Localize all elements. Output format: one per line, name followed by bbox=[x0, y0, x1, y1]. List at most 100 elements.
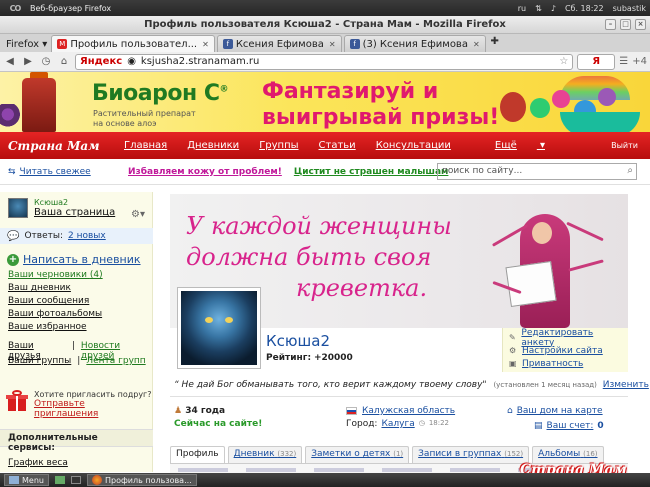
groups-row: Ваши группы | Лента групп bbox=[8, 356, 146, 366]
new-tab-button[interactable]: ✚ bbox=[488, 36, 502, 52]
sidebar-item-drafts[interactable]: Ваши черновики (4) bbox=[8, 270, 103, 283]
profile-rating: Рейтинг: +20000 bbox=[266, 353, 353, 363]
keyboard-layout[interactable]: ru bbox=[518, 4, 526, 13]
os-logo-icon[interactable]: CO bbox=[0, 4, 30, 13]
sidebar-item-groups-feed[interactable]: Лента групп bbox=[86, 356, 145, 366]
close-icon[interactable]: × bbox=[635, 19, 646, 30]
avatar-small[interactable] bbox=[8, 198, 28, 218]
url-bar[interactable]: Яндекс ◉ ksjusha2.stranamam.ru ☆ bbox=[75, 53, 574, 70]
tab-label: Ксения Ефимова bbox=[235, 38, 324, 50]
rating-value: +20000 bbox=[313, 353, 353, 363]
volume-icon[interactable]: ♪ bbox=[551, 4, 556, 13]
sidebar-item-messages[interactable]: Ваши сообщения bbox=[8, 296, 103, 309]
gear-icon[interactable]: ⚙▾ bbox=[131, 209, 145, 220]
menu-item-consultations[interactable]: Консультации bbox=[376, 140, 451, 151]
menu-item-articles[interactable]: Статьи bbox=[319, 140, 356, 151]
forward-icon[interactable]: ▶ bbox=[21, 55, 35, 69]
addons-count[interactable]: +4 bbox=[632, 56, 647, 67]
city-link[interactable]: Калуга bbox=[381, 419, 414, 429]
region-text: Калужская область bbox=[362, 406, 456, 416]
tab-albums[interactable]: Альбомы (16) bbox=[532, 446, 604, 463]
tab-count: (332) bbox=[277, 450, 297, 458]
search-icon[interactable]: ⌕ bbox=[627, 165, 633, 176]
account-label: Ваш счет: bbox=[546, 421, 594, 431]
read-fresh-label: Читать свежее bbox=[19, 166, 91, 177]
site-search-input[interactable]: поиск по сайту... ⌕ bbox=[437, 163, 637, 180]
menu-item-diaries[interactable]: Дневники bbox=[187, 140, 239, 151]
status-edit-link[interactable]: Изменить bbox=[603, 380, 649, 390]
invite-question: Хотите пригласить подруг? bbox=[33, 390, 152, 399]
drafts-count: (4) bbox=[89, 270, 103, 280]
url-text[interactable]: ksjusha2.stranamam.ru bbox=[141, 56, 259, 67]
read-fresh-link[interactable]: ⇆ Читать свежее bbox=[8, 167, 128, 177]
user-menu[interactable]: subastik bbox=[613, 4, 646, 13]
region-link[interactable]: Калужская область bbox=[346, 406, 455, 416]
menu-item-home[interactable]: Главная bbox=[124, 140, 167, 151]
write-diary-button[interactable]: + Написать в дневник bbox=[7, 253, 141, 266]
bookmark-star-icon[interactable]: ☆ bbox=[559, 56, 568, 67]
house-icon: ⌂ bbox=[507, 406, 513, 416]
clock-icon: ◷ bbox=[418, 419, 425, 427]
house-label: Ваш дом на карте bbox=[516, 406, 603, 416]
promo-link-skin[interactable]: Избавляем кожу от проблем! bbox=[128, 167, 282, 177]
show-desktop-icon[interactable] bbox=[54, 476, 65, 484]
settings-icon: ⚙ bbox=[509, 346, 517, 355]
tab-close-icon[interactable]: ✕ bbox=[329, 40, 336, 49]
menu-item-groups[interactable]: Группы bbox=[259, 140, 298, 151]
browser-tab[interactable]: f (3) Ксения Ефимова ✕ bbox=[343, 35, 486, 52]
tab-close-icon[interactable]: ✕ bbox=[202, 40, 209, 49]
sidebar-menu: Ваши черновики (4) Ваш дневник Ваши сооб… bbox=[8, 270, 103, 335]
user-nick[interactable]: Ксюша2 bbox=[34, 198, 115, 207]
yandex-search-box[interactable]: Я bbox=[577, 53, 616, 70]
sidebar-item-photoalbums[interactable]: Ваши фотоальбомы bbox=[8, 309, 103, 322]
account-balance[interactable]: ▤ Ваш счет: 0 bbox=[534, 421, 604, 431]
avatar[interactable] bbox=[177, 287, 261, 369]
terminal-icon[interactable] bbox=[70, 476, 81, 484]
weight-chart-link[interactable]: График веса bbox=[8, 458, 68, 468]
promo-link-cystitis[interactable]: Цистит не страшен малышам bbox=[294, 167, 449, 177]
logout-link[interactable]: Выйти bbox=[611, 141, 638, 150]
tab-count: (152) bbox=[504, 450, 524, 458]
sidebar-item-diary[interactable]: Ваш дневник bbox=[8, 283, 103, 296]
network-icon[interactable]: ⇅ bbox=[535, 4, 542, 13]
back-icon[interactable]: ◀ bbox=[3, 55, 17, 69]
edit-profile-link[interactable]: ✎ Редактировать анкету bbox=[509, 328, 622, 348]
history-icon[interactable]: ◷ bbox=[39, 55, 53, 69]
answers-new-link[interactable]: 2 новых bbox=[68, 231, 106, 241]
browser-tab[interactable]: M Профиль пользовател... ✕ bbox=[51, 35, 215, 52]
edit-profile-label: Редактировать анкету bbox=[521, 327, 594, 348]
clock[interactable]: Сб. 18:22 bbox=[565, 4, 604, 13]
system-top-bar: CO Веб-браузер Firefox ru ⇅ ♪ Сб. 18:22 … bbox=[0, 0, 650, 16]
maximize-icon[interactable]: □ bbox=[620, 19, 631, 30]
tab-diary[interactable]: Дневник (332) bbox=[227, 446, 303, 463]
taskbar-menu-button[interactable]: Menu bbox=[4, 474, 49, 486]
taskbar-window-button[interactable]: Профиль пользова... bbox=[86, 474, 197, 486]
browser-tab[interactable]: f Ксения Ефимова ✕ bbox=[216, 35, 342, 52]
site-identity-icon[interactable]: ◉ bbox=[127, 56, 136, 67]
my-page-link[interactable]: Ваша страница bbox=[34, 207, 115, 218]
bookmarks-icon[interactable]: ☰ bbox=[619, 56, 628, 67]
ad-banner[interactable]: Биоарон С® Растительный препарат на осно… bbox=[0, 72, 650, 132]
privacy-label: Приватность bbox=[522, 358, 584, 369]
russia-flag-icon bbox=[346, 407, 357, 415]
tab-profile[interactable]: Профиль bbox=[170, 446, 225, 463]
user-card: Ксюша2 Ваша страница bbox=[8, 198, 115, 218]
menu-item-more[interactable]: Ещё ▾ bbox=[471, 140, 545, 151]
minimize-icon[interactable]: – bbox=[605, 19, 616, 30]
sidebar-item-favorites[interactable]: Ваше избранное bbox=[8, 322, 103, 335]
send-invites-link[interactable]: Отправьте приглашения bbox=[34, 399, 152, 419]
cover-face-illustration bbox=[532, 222, 552, 244]
firefox-menu-button[interactable]: Firefox ▾ bbox=[2, 36, 51, 52]
tab-close-icon[interactable]: ✕ bbox=[473, 40, 480, 49]
cover-sign-illustration bbox=[505, 260, 557, 308]
house-on-map-link[interactable]: ⌂ Ваш дом на карте bbox=[507, 406, 603, 416]
site-logo[interactable]: Страна Мам bbox=[0, 139, 100, 153]
tab-child-notes[interactable]: Заметки о детях (1) bbox=[305, 446, 410, 463]
tab-count: (1) bbox=[393, 450, 404, 458]
sidebar-item-groups[interactable]: Ваши группы bbox=[8, 356, 71, 366]
yandex-brand: Яндекс bbox=[80, 56, 123, 67]
home-icon[interactable]: ⌂ bbox=[57, 55, 71, 69]
drafts-label: Ваши черновики bbox=[8, 270, 88, 280]
privacy-link[interactable]: ▣ Приватность bbox=[509, 357, 622, 370]
tab-group-posts[interactable]: Записи в группах (152) bbox=[412, 446, 530, 463]
